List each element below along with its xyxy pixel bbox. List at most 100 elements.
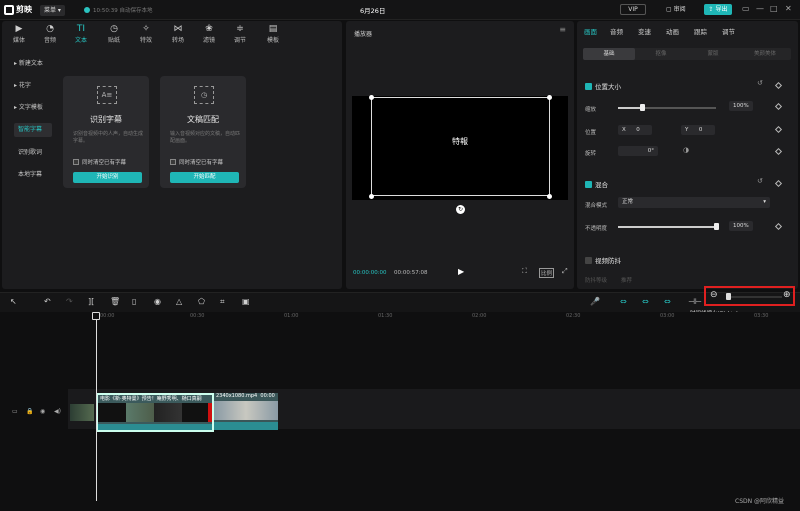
- video-clip-selected[interactable]: 电影《新·奥特曼》预告！庵野秀明、樋口真嗣: [96, 393, 214, 432]
- ratio-button[interactable]: 比例: [539, 268, 555, 278]
- maximize-button[interactable]: □: [770, 4, 778, 13]
- reset-icon[interactable]: ↺: [757, 79, 763, 87]
- stabilize-header[interactable]: 视频防抖: [585, 255, 621, 265]
- layout-icon[interactable]: ▭: [742, 4, 750, 13]
- tab-template[interactable]: ▤ 模板: [258, 24, 288, 44]
- undo-icon[interactable]: ↶: [44, 297, 51, 306]
- clear-captions-checkbox[interactable]: 同时清空已有字幕: [170, 158, 223, 166]
- keyframe-icon[interactable]: [774, 222, 783, 231]
- keyframe-icon[interactable]: [774, 147, 783, 156]
- lock-icon[interactable]: 🔒: [26, 408, 33, 415]
- tab-effects[interactable]: ✧ 特效: [131, 24, 161, 44]
- zoom-in-icon[interactable]: ⊕: [783, 290, 791, 300]
- tab-speed[interactable]: 变速: [638, 26, 651, 36]
- start-match-button[interactable]: 开始匹配: [170, 172, 239, 183]
- tab-sticker[interactable]: ◷ 贴纸: [99, 24, 129, 44]
- menu-icon[interactable]: ≡: [559, 25, 566, 34]
- playhead-handle[interactable]: [92, 312, 100, 320]
- close-button[interactable]: ✕: [785, 4, 792, 13]
- cover-thumbnail[interactable]: [70, 404, 94, 421]
- clip-trim-handle[interactable]: [208, 403, 212, 422]
- tab-prop-adjust[interactable]: 调节: [722, 26, 735, 36]
- playhead-line[interactable]: [96, 313, 97, 501]
- redo-icon[interactable]: ↷: [66, 297, 73, 306]
- position-size-header[interactable]: 位置大小: [585, 81, 621, 91]
- keyframe-icon[interactable]: [774, 102, 783, 111]
- sidebar-item-text-template[interactable]: ▸ 文字模板: [10, 101, 54, 115]
- reset-icon[interactable]: ↺: [757, 177, 763, 185]
- slider-knob[interactable]: [713, 223, 719, 230]
- vip-button[interactable]: VIP: [620, 4, 646, 15]
- linkage-icon[interactable]: ⇔: [664, 297, 671, 306]
- opacity-input[interactable]: 100%: [729, 221, 753, 231]
- subtab-basic[interactable]: 基础: [583, 48, 635, 60]
- split-icon[interactable]: ][: [88, 297, 94, 306]
- position-y-input[interactable]: Y 0: [681, 125, 715, 135]
- scale-slider[interactable]: [618, 104, 716, 111]
- slider-knob[interactable]: [640, 104, 645, 111]
- resize-handle[interactable]: [369, 95, 374, 100]
- zoom-slider[interactable]: [726, 293, 782, 300]
- keyframe-icon[interactable]: [774, 179, 783, 188]
- sidebar-item-new-text[interactable]: ▸ 新建文本: [10, 57, 54, 71]
- opacity-slider[interactable]: [618, 223, 719, 230]
- sidebar-item-local-caption[interactable]: 本地字幕: [14, 168, 52, 182]
- keyframe-icon[interactable]: [774, 125, 783, 134]
- microphone-icon[interactable]: 🎤: [590, 297, 600, 306]
- tab-adjust[interactable]: ≑ 调节: [225, 24, 255, 44]
- start-recognize-button[interactable]: 开始识别: [73, 172, 142, 183]
- tab-picture[interactable]: 画面: [584, 26, 597, 36]
- fit-screen-icon[interactable]: ⛶: [522, 267, 527, 276]
- resize-handle[interactable]: [547, 194, 552, 199]
- tab-text[interactable]: TI 文本: [66, 24, 96, 44]
- resize-handle[interactable]: [369, 194, 374, 199]
- keyframe-icon[interactable]: [774, 81, 783, 90]
- blend-header[interactable]: 混合: [585, 179, 608, 189]
- link-main-track-icon[interactable]: ⇔: [620, 297, 627, 306]
- delete-icon[interactable]: 🗑: [110, 297, 120, 306]
- record-icon[interactable]: ◉: [154, 297, 161, 306]
- minimize-button[interactable]: —: [756, 4, 764, 13]
- crop-icon[interactable]: ⌗: [220, 297, 225, 307]
- menu-button[interactable]: 菜单 ▾: [40, 5, 65, 16]
- scale-input[interactable]: 100%: [729, 101, 753, 111]
- speaker-icon[interactable]: ◀): [54, 408, 61, 415]
- select-tool-icon[interactable]: ↖: [10, 297, 17, 306]
- clear-captions-checkbox[interactable]: 同时清空已有字幕: [73, 158, 126, 166]
- review-button[interactable]: ▢ 审阅: [666, 4, 686, 15]
- tab-prop-audio[interactable]: 音频: [610, 26, 623, 36]
- rotate-dial-icon[interactable]: ◑: [683, 146, 689, 154]
- position-x-input[interactable]: X 0: [618, 125, 652, 135]
- tab-transition[interactable]: ⋈ 转场: [163, 24, 193, 44]
- resize-handle[interactable]: [547, 95, 552, 100]
- blend-mode-select[interactable]: 正常 ▾: [618, 197, 770, 208]
- sidebar-item-lyrics[interactable]: 识别歌词: [14, 146, 52, 160]
- subtab-cutout[interactable]: 抠像: [635, 48, 687, 60]
- tab-filter[interactable]: ❀ 滤镜: [194, 24, 224, 44]
- rotate-input[interactable]: 0°: [618, 146, 658, 156]
- subtab-beauty[interactable]: 美颜美体: [739, 48, 791, 60]
- auto-snap-icon[interactable]: ⇔: [642, 297, 649, 306]
- tab-animation[interactable]: 动画: [666, 26, 679, 36]
- export-button[interactable]: ⇪ 导出: [704, 4, 732, 15]
- sidebar-item-smart-caption[interactable]: 智能字幕: [14, 123, 52, 137]
- zoom-out-icon[interactable]: ⊖: [710, 290, 718, 300]
- freeze-icon[interactable]: ▯: [132, 297, 136, 306]
- tab-media[interactable]: ▶ 媒体: [4, 24, 34, 44]
- rotate-handle-icon[interactable]: ↻: [456, 205, 465, 214]
- rotate-icon[interactable]: ⬠: [198, 297, 205, 306]
- play-icon[interactable]: ▶: [458, 267, 464, 276]
- tab-tracking[interactable]: 跟踪: [694, 26, 707, 36]
- preview-axis-icon[interactable]: ⊣⊢: [688, 297, 702, 306]
- subtab-mask[interactable]: 蒙版: [687, 48, 739, 60]
- timeline-ruler[interactable]: 00:00 00:30 01:00 01:30 02:00 02:30 03:0…: [68, 312, 800, 324]
- slider-knob[interactable]: [726, 293, 732, 300]
- mirror-icon[interactable]: △: [176, 297, 182, 306]
- sidebar-item-fancy-text[interactable]: ▸ 花字: [10, 79, 54, 93]
- video-clip[interactable]: 2340x1080.mp4 00:00: [214, 393, 278, 430]
- fullscreen-icon[interactable]: ⤢: [562, 267, 568, 276]
- eye-icon[interactable]: ◉: [40, 408, 45, 415]
- tab-audio[interactable]: ◔ 音频: [35, 24, 65, 44]
- track-toggle-icon[interactable]: ▭: [12, 408, 18, 415]
- picture-icon[interactable]: ▣: [242, 297, 250, 306]
